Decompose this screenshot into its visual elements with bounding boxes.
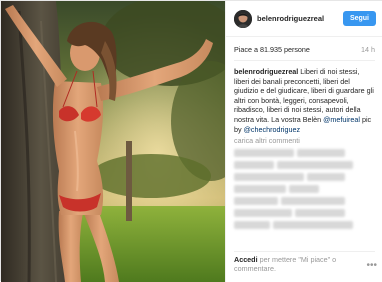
photo-image bbox=[1, 1, 225, 282]
blurred-comment bbox=[273, 221, 353, 230]
follow-button[interactable]: Segui bbox=[342, 11, 376, 26]
post-side-panel: belenrodriguezreal Segui Piace a 81.935 … bbox=[225, 1, 382, 282]
comment-row bbox=[234, 185, 375, 194]
blurred-username bbox=[234, 149, 294, 158]
post-username[interactable]: belenrodriguezreal bbox=[257, 14, 343, 23]
avatar[interactable] bbox=[234, 9, 252, 28]
blurred-comment bbox=[307, 173, 345, 182]
avatar-image bbox=[234, 9, 252, 28]
comment-row bbox=[234, 161, 375, 170]
caption-mention-mefuireal[interactable]: @mefuireal bbox=[323, 115, 360, 124]
more-options-icon[interactable]: ••• bbox=[366, 260, 377, 271]
post-caption: belenrodriguezreal Liberi di noi stessi,… bbox=[226, 61, 382, 134]
login-prompt: Accedi per mettere "Mi piace" o commenta… bbox=[234, 255, 375, 273]
likes-count[interactable]: Piace a 81.935 persone bbox=[234, 45, 310, 54]
comment-row bbox=[234, 221, 375, 230]
caption-username[interactable]: belenrodriguezreal bbox=[234, 67, 298, 76]
post-time[interactable]: 14 h bbox=[361, 45, 375, 54]
blurred-comment bbox=[289, 185, 319, 194]
likes-row: Piace a 81.935 persone 14 h bbox=[226, 37, 382, 54]
caption-mention-chechrodriguez[interactable]: @chechrodriguez bbox=[244, 125, 300, 134]
blurred-username bbox=[234, 209, 292, 218]
post-photo[interactable] bbox=[1, 1, 225, 282]
blurred-comment bbox=[297, 149, 345, 158]
comment-row bbox=[234, 149, 375, 158]
blurred-comments bbox=[226, 145, 382, 230]
post-header: belenrodriguezreal Segui bbox=[226, 1, 382, 37]
login-link[interactable]: Accedi bbox=[234, 255, 258, 264]
blurred-comment bbox=[277, 161, 353, 170]
comment-row bbox=[234, 173, 375, 182]
blurred-comment bbox=[281, 197, 345, 206]
post-frame: belenrodriguezreal Segui Piace a 81.935 … bbox=[0, 0, 382, 282]
blurred-comment bbox=[295, 209, 345, 218]
blurred-username bbox=[234, 197, 278, 206]
blurred-username bbox=[234, 221, 270, 230]
divider bbox=[234, 251, 375, 252]
load-more-comments[interactable]: carica altri commenti bbox=[226, 134, 382, 145]
blurred-username bbox=[234, 161, 274, 170]
blurred-username bbox=[234, 185, 286, 194]
comment-row bbox=[234, 197, 375, 206]
comment-row bbox=[234, 209, 375, 218]
blurred-username bbox=[234, 173, 304, 182]
